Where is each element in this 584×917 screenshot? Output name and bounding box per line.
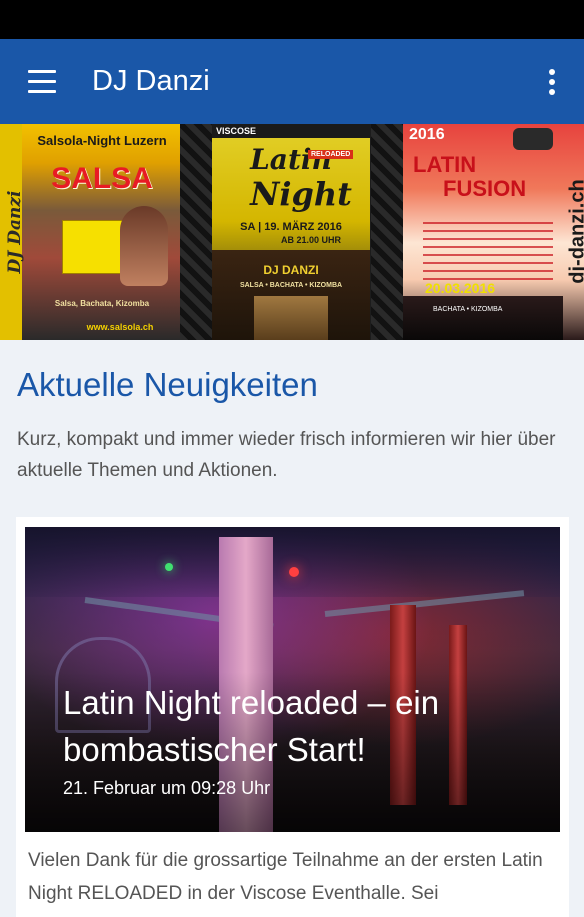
news-card-title[interactable]: Latin Night reloaded – ein bombastischer… [63, 679, 543, 773]
flyer-salsa-styles: Salsa, Bachata, Kizomba [24, 300, 180, 308]
flyer-fusion-year: 2016 [409, 126, 445, 144]
flyer-salsa-url: www.salsola.ch [60, 323, 180, 332]
status-bar [0, 0, 584, 39]
flyer-fusion-title-2: FUSION [443, 176, 526, 202]
section-title: Aktuelle Neuigkeiten [17, 366, 318, 404]
flyer-latin-date: SA | 19. MÄRZ 2016 [212, 222, 370, 233]
flyer-salsa-heading: Salsola-Night Luzern [24, 134, 180, 147]
flyer-salsa-title: SALSA [24, 164, 180, 194]
flyer-salsa: DJ Danzi Salsola-Night Luzern SALSA Sals… [0, 124, 180, 340]
section-intro: Kurz, kompakt und immer wieder frisch in… [17, 424, 557, 486]
more-vert-icon[interactable] [540, 65, 564, 99]
news-card[interactable]: Latin Night reloaded – ein bombastischer… [16, 517, 569, 917]
news-card-date: 21. Februar um 09:28 Uhr [63, 778, 270, 799]
header-banner: DJ Danzi Salsola-Night Luzern SALSA Sals… [0, 124, 584, 340]
flyer-latin-dj: DJ DANZI [212, 264, 370, 276]
flyer-fusion-title-1: LATIN [413, 152, 476, 178]
app-title: DJ Danzi [92, 65, 210, 98]
banner-divider [371, 124, 403, 340]
flyer-latin-time: AB 21.00 UHR [252, 236, 370, 245]
flyer-fusion-styles: BACHATA • KIZOMBA [433, 306, 502, 313]
flyer-fusion-side-text: dj-danzi.ch [567, 157, 584, 307]
news-card-image[interactable]: Latin Night reloaded – ein bombastischer… [25, 527, 560, 832]
flyer-latin-night: VISCOSE Latin RELOADED Night SA | 19. MÄ… [212, 124, 370, 340]
flyer-fusion-date: 20.03.2016 [425, 280, 495, 296]
flyer-latin-styles: SALSA • BACHATA • KIZOMBA [212, 282, 370, 289]
flyer-latin-venue: VISCOSE [216, 126, 256, 136]
app-bar: DJ Danzi [0, 39, 584, 124]
flyer-salsa-side-text: DJ Danzi [5, 177, 25, 287]
menu-icon[interactable] [22, 65, 62, 99]
banner-divider [180, 124, 212, 340]
flyer-latin-title-2: Night [232, 178, 370, 210]
flyer-latin-badge: RELOADED [308, 150, 353, 159]
flyer-latin-fusion: 2016 LATIN FUSION 20.03.2016 BACHATA • K… [403, 124, 584, 340]
news-card-excerpt: Vielen Dank für die grossartige Teilnahm… [28, 844, 558, 910]
